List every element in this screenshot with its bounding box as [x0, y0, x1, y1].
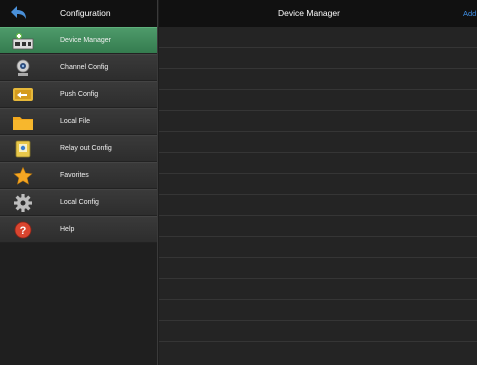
- list-row: [159, 132, 477, 153]
- relay-icon: [15, 140, 31, 158]
- sidebar-item-label: Relay out Config: [60, 145, 112, 152]
- sidebar-item-label: Push Config: [60, 91, 99, 98]
- sidebar-item-help[interactable]: ? Help: [0, 216, 157, 243]
- list-row: [159, 27, 477, 48]
- sidebar-item-label: Device Manager: [60, 37, 111, 44]
- list-row: [159, 90, 477, 111]
- sidebar-item-label: Channel Config: [60, 64, 109, 71]
- folder-icon: [13, 117, 33, 130]
- list-row: [159, 111, 477, 132]
- add-device-button[interactable]: Add: [463, 0, 477, 27]
- list-row: [159, 69, 477, 90]
- list-row: [159, 237, 477, 258]
- device-list: [159, 27, 477, 342]
- sidebar-item-label: Local File: [60, 118, 90, 125]
- list-row: [159, 174, 477, 195]
- main-header: Device Manager Add: [159, 0, 477, 27]
- sidebar-item-device-manager[interactable]: Device Manager: [0, 27, 157, 54]
- list-row: [159, 279, 477, 300]
- list-row: [159, 195, 477, 216]
- sidebar-item-relay-out-config[interactable]: Relay out Config: [0, 135, 157, 162]
- list-row: [159, 321, 477, 342]
- list-row: [159, 153, 477, 174]
- sidebar-item-label: Help: [60, 226, 75, 233]
- sidebar: Configuration Device Manager Channel Con…: [0, 0, 158, 365]
- sidebar-item-channel-config[interactable]: Channel Config: [0, 54, 157, 81]
- camera-icon: [16, 59, 30, 76]
- list-row: [159, 216, 477, 237]
- main-panel: Device Manager Add: [159, 0, 477, 365]
- list-row: [159, 300, 477, 321]
- back-arrow-icon[interactable]: [10, 5, 28, 21]
- gear-icon: [14, 194, 32, 212]
- star-icon: [13, 167, 33, 185]
- push-icon: [13, 88, 33, 101]
- sidebar-item-favorites[interactable]: Favorites: [0, 162, 157, 189]
- sidebar-title: Configuration: [60, 8, 111, 18]
- svg-text:?: ?: [20, 225, 27, 237]
- sidebar-item-local-file[interactable]: Local File: [0, 108, 157, 135]
- sidebar-item-label: Local Config: [60, 199, 99, 206]
- sidebar-header: Configuration: [0, 0, 157, 27]
- sidebar-item-local-config[interactable]: Local Config: [0, 189, 157, 216]
- list-row: [159, 258, 477, 279]
- list-row: [159, 48, 477, 69]
- page-title: Device Manager: [278, 8, 340, 18]
- device-manager-icon: [12, 33, 34, 50]
- sidebar-item-push-config[interactable]: Push Config: [0, 81, 157, 108]
- sidebar-item-label: Favorites: [60, 172, 89, 179]
- help-icon: ?: [14, 221, 32, 239]
